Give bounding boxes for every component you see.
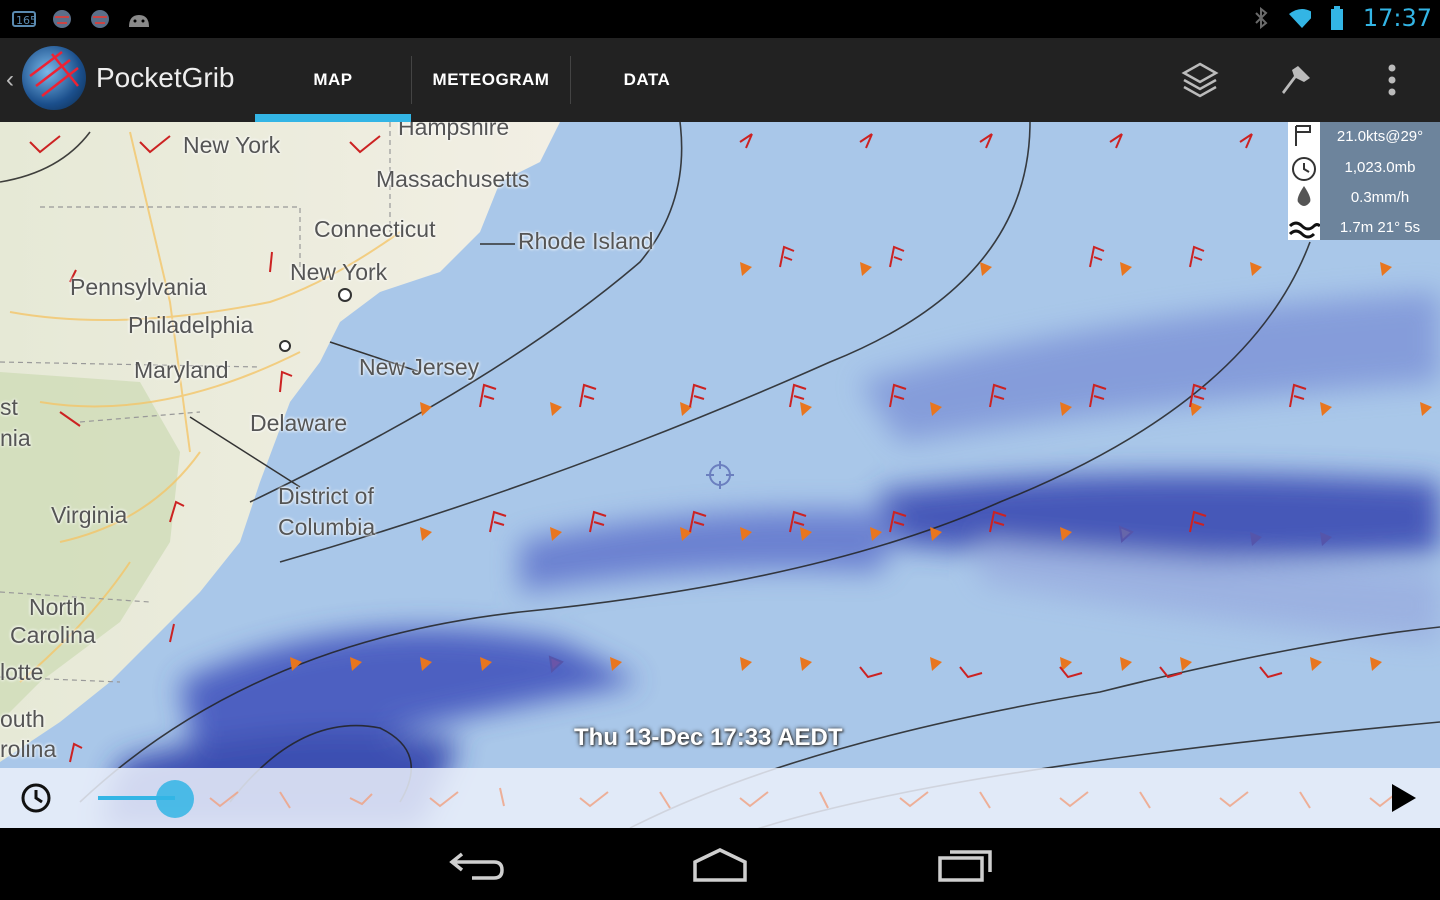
status-time: 17:37 — [1362, 4, 1432, 32]
recent-apps-icon[interactable] — [930, 844, 1000, 884]
notification-icon: 165 — [12, 8, 36, 30]
map-label: Pennsylvania — [70, 274, 207, 300]
layers-icon[interactable] — [1178, 58, 1222, 102]
info-icons — [1288, 122, 1322, 240]
back-icon[interactable] — [442, 844, 512, 884]
map-label: Delaware — [250, 410, 348, 436]
status-notifications: 165 — [12, 8, 150, 30]
wind-value: 21.0kts@29° — [1336, 128, 1424, 145]
timeline-slider-thumb[interactable] — [155, 780, 194, 818]
map-label: Rhode Island — [518, 228, 654, 254]
clock-icon[interactable] — [20, 782, 52, 814]
map-label: Massachusetts — [376, 166, 530, 192]
timeline-bar — [0, 768, 1440, 828]
forecast-timestamp: Thu 13-Dec 17:33 AEDT — [574, 724, 843, 751]
home-icon[interactable] — [685, 844, 755, 884]
android-icon — [126, 8, 150, 30]
map-label: New Jersey — [359, 354, 480, 380]
map-label: outh — [0, 706, 45, 732]
crosshair-icon — [706, 461, 734, 489]
status-bar: 165 17:37 — [0, 0, 1440, 38]
map-label: Hampshire — [398, 122, 510, 140]
map-label: st — [0, 394, 18, 420]
svg-text:165: 165 — [16, 14, 36, 27]
point-info-panel[interactable]: 21.0kts@29° 1,023.0mb 0.3mm/h 1.7m 21° 5… — [1288, 122, 1440, 240]
up-caret-icon[interactable]: ‹ — [6, 66, 14, 94]
selected-tab-indicator — [255, 114, 411, 122]
overflow-menu-icon[interactable] — [1370, 58, 1414, 102]
map-label: lotte — [0, 659, 44, 685]
pressure-icon — [1292, 157, 1316, 181]
wifi-icon — [1287, 7, 1311, 29]
rain-drop-icon — [1297, 186, 1311, 206]
tab-data[interactable]: DATA — [571, 38, 723, 122]
map-label: North — [29, 594, 86, 620]
map-view[interactable]: Hampshire New York Massachusetts Connect… — [0, 122, 1440, 828]
map-label: Carolina — [10, 622, 96, 648]
tab-meteogram[interactable]: METEOGRAM — [412, 38, 570, 122]
pin-icon[interactable] — [1274, 58, 1318, 102]
map-label: nia — [0, 425, 31, 451]
map-label: District of — [278, 483, 374, 509]
app-logo[interactable] — [22, 46, 86, 110]
globe-icon — [50, 8, 74, 30]
bluetooth-icon — [1249, 6, 1273, 30]
tab-label: DATA — [623, 70, 671, 89]
battery-icon — [1325, 6, 1349, 30]
map-label: Virginia — [51, 502, 128, 528]
map-canvas — [0, 122, 1440, 828]
map-label: Columbia — [278, 514, 376, 540]
map-label: New York — [290, 259, 388, 285]
waves-icon — [1288, 221, 1322, 239]
city-marker — [338, 288, 352, 302]
navigation-bar — [0, 828, 1440, 900]
tab-label: METEOGRAM — [432, 70, 550, 89]
wind-flag-icon — [1295, 125, 1311, 146]
city-marker — [279, 340, 291, 352]
timeline-wind-preview — [209, 787, 1399, 809]
status-system: 17:37 — [1249, 4, 1432, 32]
map-label: rolina — [0, 736, 57, 762]
play-icon[interactable] — [1388, 782, 1418, 814]
action-bar: ‹ PocketGrib MAP METEOGRAM DATA — [0, 38, 1440, 122]
map-label: Philadelphia — [128, 312, 254, 338]
tab-map[interactable]: MAP — [255, 38, 411, 122]
wave-value: 1.7m 21° 5s — [1339, 219, 1421, 236]
tab-label: MAP — [313, 70, 353, 89]
map-label: New York — [183, 132, 281, 158]
precipitation-value: 0.3mm/h — [1350, 189, 1410, 206]
pressure-value: 1,023.0mb — [1344, 159, 1416, 176]
map-label: Connecticut — [314, 216, 436, 242]
app-title: PocketGrib — [96, 62, 235, 93]
globe-icon — [88, 8, 112, 30]
map-label: Maryland — [134, 357, 229, 383]
